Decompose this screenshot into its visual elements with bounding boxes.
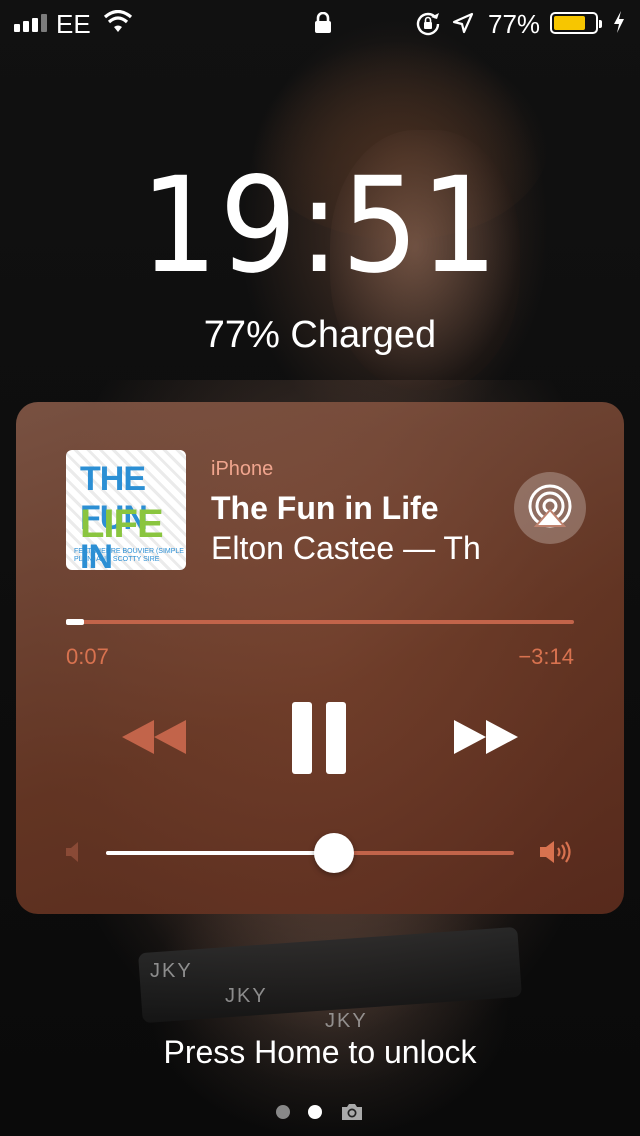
airplay-icon bbox=[528, 484, 572, 528]
volume-knob[interactable] bbox=[314, 833, 355, 873]
pause-icon[interactable] bbox=[290, 700, 350, 776]
battery-icon bbox=[550, 12, 602, 34]
battery-fill bbox=[554, 16, 585, 30]
charge-status: 77% Charged bbox=[203, 314, 437, 356]
elapsed-time: 0:07 bbox=[66, 644, 109, 669]
battery-percent: 77% bbox=[488, 9, 541, 39]
album-art[interactable]: THE FUN IN LIFE FEAT. PIERRE BOUVIER (SI… bbox=[66, 450, 186, 570]
wifi-icon bbox=[104, 10, 132, 32]
signal-icon bbox=[14, 14, 47, 32]
waistband-text: JKY bbox=[325, 1010, 368, 1032]
location-icon bbox=[452, 12, 474, 34]
charging-icon bbox=[614, 11, 624, 33]
rewind-icon[interactable] bbox=[120, 716, 188, 758]
album-art-credit: FEAT. PIERRE BOUVIER (SIMPLE PLAN) AND S… bbox=[74, 548, 184, 564]
camera-icon[interactable] bbox=[340, 1102, 364, 1122]
volume-fill bbox=[106, 851, 335, 855]
waistband-text: JKY bbox=[225, 985, 268, 1007]
progress-fill bbox=[66, 619, 84, 625]
artist-name[interactable]: Elton Castee — Th bbox=[211, 530, 481, 567]
volume-slider[interactable] bbox=[106, 833, 514, 873]
airplay-button[interactable] bbox=[514, 472, 586, 544]
progress-bar[interactable] bbox=[66, 619, 574, 625]
now-playing-widget: THE FUN IN LIFE FEAT. PIERRE BOUVIER (SI… bbox=[16, 402, 624, 914]
lock-icon bbox=[315, 12, 331, 33]
unlock-hint: Press Home to unlock bbox=[163, 1034, 477, 1070]
playback-source: iPhone bbox=[211, 458, 274, 480]
remaining-time: −3:14 bbox=[518, 644, 574, 669]
volume-low-icon bbox=[66, 842, 78, 862]
page-dot bbox=[276, 1105, 290, 1119]
waistband-text: JKY bbox=[150, 960, 193, 982]
album-art-line2: LIFE bbox=[80, 502, 164, 546]
status-bar: EE 77% bbox=[0, 0, 640, 48]
song-title[interactable]: The Fun in Life bbox=[211, 490, 439, 527]
rotation-lock-icon bbox=[416, 12, 440, 36]
page-indicator bbox=[0, 1102, 640, 1122]
volume-high-icon bbox=[540, 841, 571, 863]
fast-forward-icon[interactable] bbox=[452, 716, 520, 758]
lock-screen-time: 19:51 bbox=[140, 149, 500, 303]
carrier-name: EE bbox=[56, 9, 91, 39]
page-dot-active bbox=[308, 1105, 322, 1119]
